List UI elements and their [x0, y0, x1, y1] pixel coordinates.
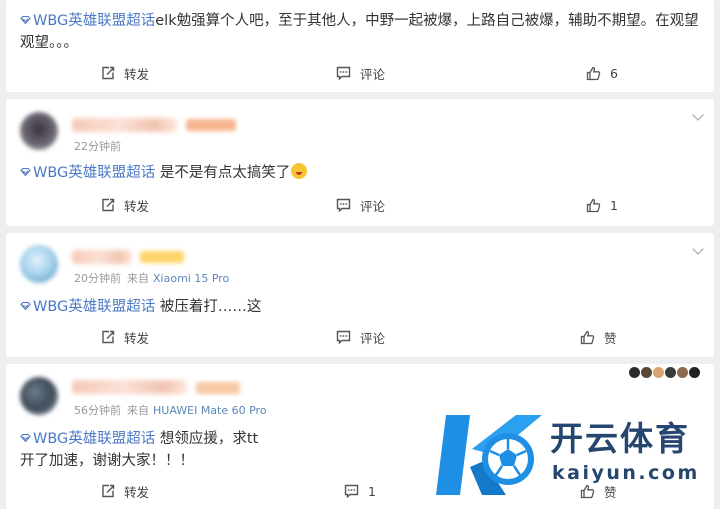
- repost-label: 转发: [124, 484, 150, 500]
- post-card: 20分钟前 来自 Xiaomi 15 Pro WBG英雄联盟超话 被压着打……这 转…: [6, 233, 714, 357]
- topic-link[interactable]: WBG英雄联盟超话: [20, 299, 155, 315]
- repost-button[interactable]: 转发: [101, 61, 149, 85]
- post-card: 22分钟前 WBG英雄联盟超话 是不是有点太搞笑了 转发 评论 1: [6, 99, 714, 226]
- repost-label: 转发: [124, 198, 150, 214]
- fan-badges: [629, 367, 700, 378]
- topic-link[interactable]: WBG英雄联盟超话: [20, 13, 155, 29]
- like-button[interactable]: 赞: [580, 325, 617, 349]
- username-redacted[interactable]: [72, 380, 187, 394]
- thumbs-up-icon: [580, 330, 595, 344]
- post-actions: 转发 评论 6: [6, 61, 714, 85]
- repost-icon: [102, 198, 115, 212]
- repost-label: 转发: [124, 66, 150, 82]
- topic-link[interactable]: WBG英雄联盟超话: [20, 165, 155, 181]
- repost-icon: [102, 484, 115, 498]
- source-prefix: 来自: [127, 272, 149, 285]
- like-count: 1: [610, 197, 618, 213]
- user-badge-redacted: [186, 119, 236, 131]
- chevron-down-icon[interactable]: [692, 243, 704, 255]
- watermark-title: 开云体育: [550, 419, 690, 458]
- thumbs-up-icon: [586, 198, 601, 212]
- username-redacted[interactable]: [72, 250, 132, 264]
- thumbs-up-icon: [586, 66, 601, 80]
- post-meta: 22分钟前: [74, 138, 121, 154]
- post-time: 56分钟前: [74, 404, 121, 417]
- comment-button[interactable]: 评论: [336, 61, 385, 85]
- like-label: 赞: [604, 330, 617, 346]
- repost-button[interactable]: 转发: [101, 325, 149, 349]
- comment-label: 评论: [360, 198, 386, 214]
- kaiyun-logo-icon: [436, 415, 542, 495]
- post-meta: 56分钟前 来自 HUAWEI Mate 60 Pro: [74, 402, 267, 418]
- post-time: 20分钟前: [74, 272, 121, 285]
- comment-count: 1: [368, 483, 376, 499]
- source-prefix: 来自: [127, 404, 149, 417]
- device-link[interactable]: Xiaomi 15 Pro: [153, 272, 229, 285]
- diamond-topic-icon: [20, 16, 31, 24]
- repost-icon: [102, 66, 115, 80]
- repost-button[interactable]: 转发: [101, 479, 149, 503]
- comment-button[interactable]: 1: [344, 479, 376, 503]
- device-link[interactable]: HUAWEI Mate 60 Pro: [153, 404, 267, 417]
- comment-icon: [336, 330, 351, 344]
- comment-icon: [336, 66, 351, 80]
- comment-label: 评论: [360, 66, 386, 82]
- like-button[interactable]: 6: [586, 61, 618, 85]
- post-body: WBG英雄联盟超话 是不是有点太搞笑了: [20, 162, 700, 184]
- post-body: WBG英雄联盟超话 被压着打……这: [20, 296, 700, 318]
- post-meta: 20分钟前 来自 Xiaomi 15 Pro: [74, 270, 229, 286]
- comment-icon: [344, 484, 359, 498]
- user-badge-redacted: [140, 251, 184, 263]
- post-actions: 转发 评论 赞: [6, 325, 714, 349]
- like-label: 赞: [604, 484, 617, 500]
- user-badge-redacted: [196, 382, 240, 394]
- username-redacted[interactable]: [72, 118, 177, 132]
- post-actions: 转发 评论 1: [6, 193, 714, 217]
- repost-button[interactable]: 转发: [101, 193, 149, 217]
- repost-icon: [102, 330, 115, 344]
- thumbs-up-icon: [580, 484, 595, 498]
- comment-icon: [336, 198, 351, 212]
- watermark-url: kaiyun.com: [552, 462, 700, 484]
- avatar[interactable]: [20, 245, 58, 283]
- diamond-topic-icon: [20, 168, 31, 176]
- avatar[interactable]: [20, 112, 58, 150]
- post-card: WBG英雄联盟超话elk勉强算个人吧，至于其他人，中野一起被爆，上路自己被爆，辅…: [6, 0, 714, 92]
- diamond-topic-icon: [20, 434, 31, 442]
- like-button[interactable]: 1: [586, 193, 618, 217]
- repost-label: 转发: [124, 330, 150, 346]
- comment-button[interactable]: 评论: [336, 325, 385, 349]
- post-text: 是不是有点太搞笑了: [159, 165, 291, 181]
- post-body: WBG英雄联盟超话elk勉强算个人吧，至于其他人，中野一起被爆，上路自己被爆，辅…: [20, 10, 700, 54]
- chevron-down-icon[interactable]: [692, 109, 704, 121]
- post-text: 开了加速，谢谢大家！！！: [20, 453, 194, 469]
- post-text: 被压着打……这: [159, 299, 262, 315]
- emoji-icon: [291, 163, 308, 179]
- avatar[interactable]: [20, 377, 58, 415]
- like-count: 6: [610, 65, 618, 81]
- topic-link[interactable]: WBG英雄联盟超话: [20, 431, 155, 447]
- diamond-topic-icon: [20, 302, 31, 310]
- comment-button[interactable]: 评论: [336, 193, 385, 217]
- post-text: 想领应援，求tt: [159, 431, 259, 447]
- comment-label: 评论: [360, 330, 386, 346]
- post-time: 22分钟前: [74, 140, 121, 153]
